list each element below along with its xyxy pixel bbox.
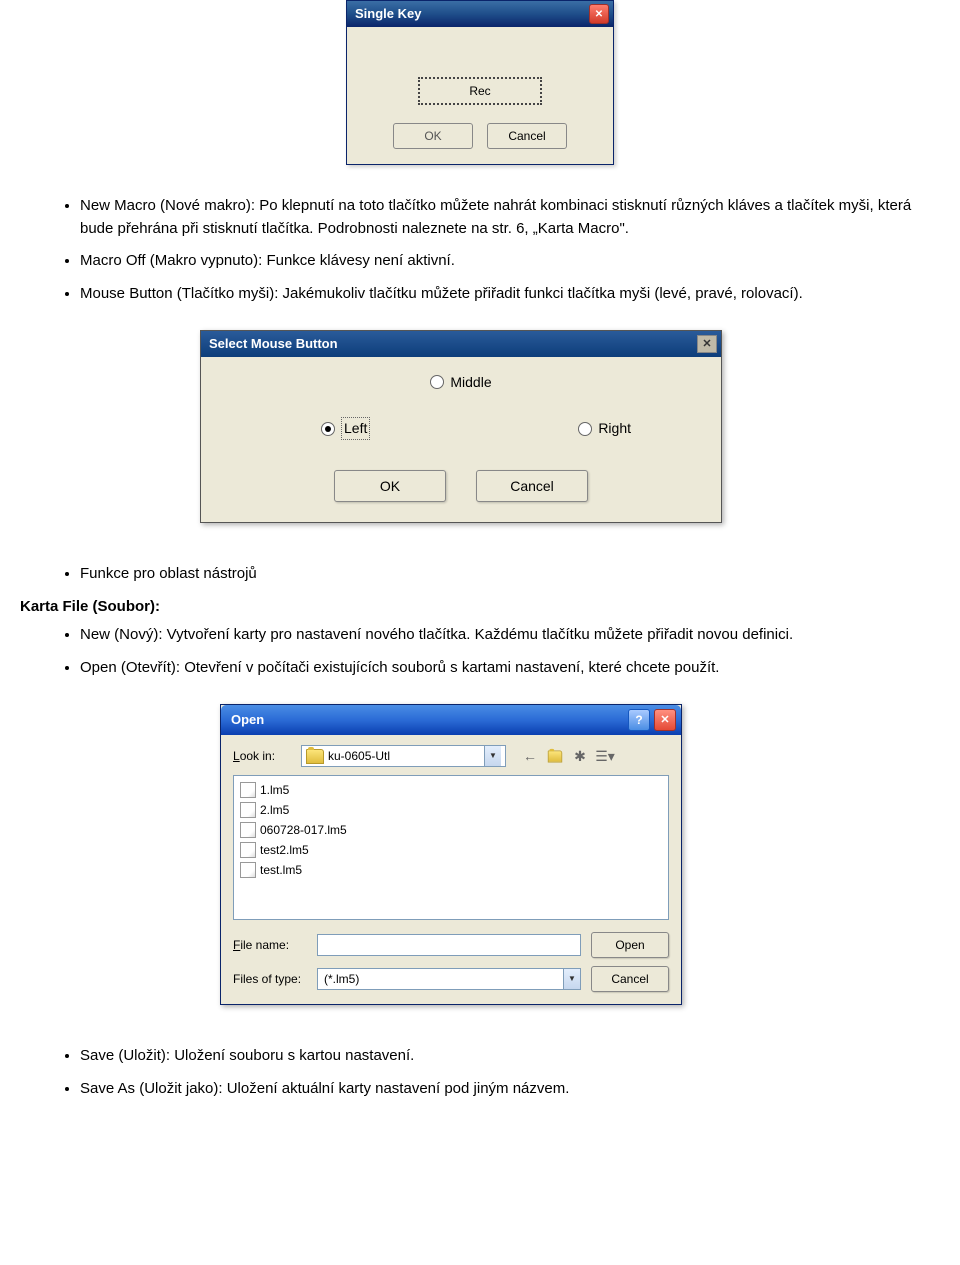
file-icon: [240, 822, 256, 838]
ok-button[interactable]: OK: [393, 123, 473, 149]
radio-icon: [578, 422, 592, 436]
radio-icon: [321, 422, 335, 436]
radio-middle[interactable]: Middle: [430, 372, 491, 393]
bullets-block-3: Save (Uložit): Uložení souboru s kartou …: [20, 1045, 940, 1100]
help-icon[interactable]: ?: [628, 709, 650, 731]
cancel-button[interactable]: Cancel: [487, 123, 567, 149]
list-item[interactable]: 2.lm5: [240, 800, 662, 820]
radio-icon: [430, 375, 444, 389]
list-item[interactable]: 060728-017.lm5: [240, 820, 662, 840]
files-of-type-combo[interactable]: (*.lm5) ▼: [317, 968, 581, 990]
open-titlebar: Open ? ✕: [221, 705, 681, 735]
bullet-new-macro: New Macro (Nové makro): Po klepnutí na t…: [80, 195, 940, 240]
open-dialog: Open ? ✕ Look in: ku-0605-Utl ▼ ←: [220, 704, 682, 1005]
single-key-title: Single Key: [355, 4, 421, 24]
cancel-button[interactable]: Cancel: [476, 470, 588, 502]
list-item[interactable]: 1.lm5: [240, 780, 662, 800]
close-icon[interactable]: ✕: [697, 335, 717, 353]
bullets-block-1: New Macro (Nové makro): Po klepnutí na t…: [20, 195, 940, 305]
radio-left[interactable]: Left: [321, 417, 370, 440]
file-icon: [240, 862, 256, 878]
bullet-open: Open (Otevřít): Otevření v počítači exis…: [80, 657, 940, 680]
single-key-dialog: Single Key ✕ Rec OK Cancel: [346, 0, 614, 165]
open-button[interactable]: Open: [591, 932, 669, 958]
bullet-macro-off: Macro Off (Makro vypnuto): Funkce kláves…: [80, 250, 940, 273]
open-title: Open: [231, 710, 264, 730]
heading-karta-file: Karta File (Soubor):: [20, 596, 940, 619]
back-icon[interactable]: ←: [520, 746, 540, 766]
cancel-button[interactable]: Cancel: [591, 966, 669, 992]
bullet-save: Save (Uložit): Uložení souboru s kartou …: [80, 1045, 940, 1068]
bullet-mouse-button: Mouse Button (Tlačítko myši): Jakémukoli…: [80, 283, 940, 306]
up-folder-icon[interactable]: [545, 746, 565, 766]
single-key-titlebar: Single Key ✕: [347, 1, 613, 27]
file-icon: [240, 842, 256, 858]
bullet-funkce: Funkce pro oblast nástrojů: [80, 563, 940, 586]
list-item[interactable]: test.lm5: [240, 860, 662, 880]
close-icon[interactable]: ✕: [654, 709, 676, 731]
look-in-value: ku-0605-Utl: [328, 747, 390, 765]
file-name-input[interactable]: [317, 934, 581, 956]
file-icon: [240, 782, 256, 798]
select-mouse-button-dialog: Select Mouse Button ✕ Middle Left: [200, 330, 722, 523]
new-folder-icon[interactable]: ✱: [570, 746, 590, 766]
file-icon: [240, 802, 256, 818]
bullet-save-as: Save As (Uložit jako): Uložení aktuální …: [80, 1078, 940, 1101]
look-in-label: Look in:: [233, 747, 295, 765]
bullets-block-2: New (Nový): Vytvoření karty pro nastaven…: [20, 624, 940, 679]
look-in-combo[interactable]: ku-0605-Utl ▼: [301, 745, 506, 767]
close-icon[interactable]: ✕: [589, 4, 609, 24]
rec-button[interactable]: Rec: [418, 77, 542, 105]
file-list[interactable]: 1.lm5 2.lm5 060728-017.lm5 test2.lm5 tes…: [233, 775, 669, 920]
files-of-type-label: Files of type:: [233, 970, 307, 988]
view-menu-icon[interactable]: ☰▾: [595, 746, 615, 766]
file-name-label: File name:: [233, 936, 307, 954]
ok-button[interactable]: OK: [334, 470, 446, 502]
bullet-new: New (Nový): Vytvoření karty pro nastaven…: [80, 624, 940, 647]
bullets-funkce: Funkce pro oblast nástrojů: [20, 563, 940, 586]
radio-right[interactable]: Right: [578, 417, 631, 440]
list-item[interactable]: test2.lm5: [240, 840, 662, 860]
smb-title: Select Mouse Button: [209, 334, 338, 354]
chevron-down-icon[interactable]: ▼: [563, 969, 580, 989]
smb-titlebar: Select Mouse Button ✕: [201, 331, 721, 357]
chevron-down-icon[interactable]: ▼: [484, 746, 501, 766]
folder-icon: [306, 749, 324, 764]
